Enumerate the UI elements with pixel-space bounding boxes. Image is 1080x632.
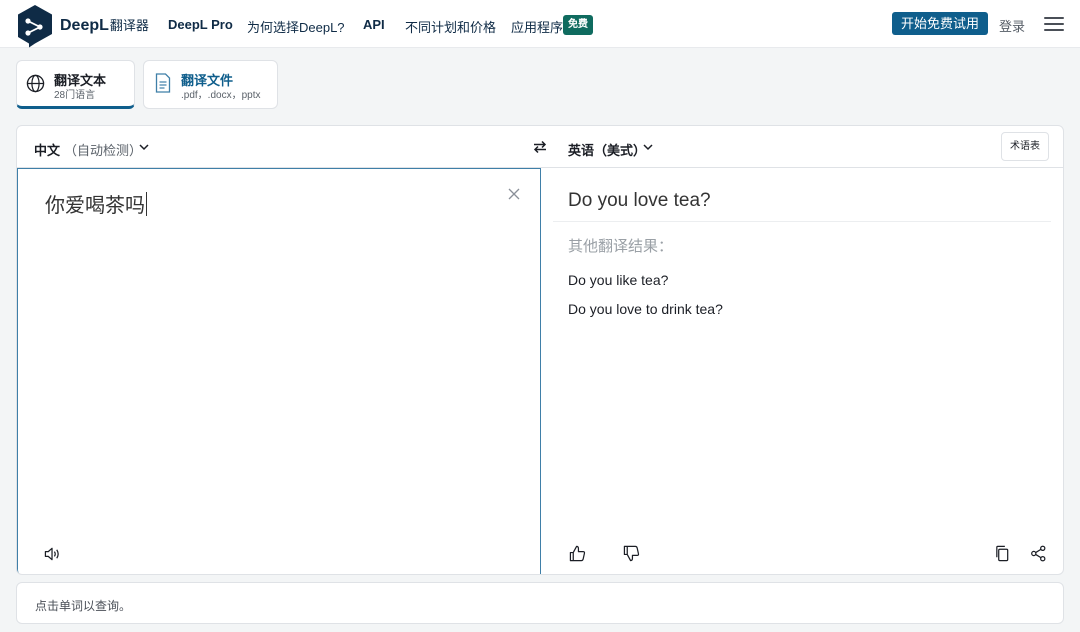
login-link[interactable]: 登录 <box>999 16 1025 35</box>
source-text-value: 你爱喝茶吗 <box>45 195 145 217</box>
translation-result[interactable]: Do you love tea? <box>568 190 711 212</box>
copy-icon[interactable] <box>994 545 1011 562</box>
nav-pricing[interactable]: 不同计划和价格 <box>405 17 496 36</box>
deepl-logo-icon[interactable] <box>16 4 54 50</box>
globe-icon <box>26 74 45 93</box>
text-caret <box>146 192 147 216</box>
chevron-down-icon[interactable] <box>643 142 653 152</box>
tab-translate-files[interactable]: 翻译文件 .pdf，.docx，pptx <box>143 60 278 109</box>
translator-panel: 中文 （自动检测） 英语（美式） 术语表 你爱喝茶吗 Do you love te… <box>16 125 1064 575</box>
thumbs-down-icon[interactable] <box>623 545 640 562</box>
document-icon <box>155 73 171 93</box>
free-badge: 免费 <box>563 15 593 35</box>
close-icon[interactable] <box>508 188 520 200</box>
top-header: DeepL翻译器 DeepL Pro 为何选择DeepL? API 不同计划和价… <box>0 0 1080 48</box>
glossary-button[interactable]: 术语表 <box>1001 132 1049 161</box>
share-icon[interactable] <box>1030 545 1047 562</box>
tab-translate-text[interactable]: 翻译文本 28门语言 <box>16 60 135 109</box>
language-bar: 中文 （自动检测） 英语（美式） 术语表 <box>17 126 1063 168</box>
nav-deepl-pro[interactable]: DeepL Pro <box>168 17 233 32</box>
tab-files-subtitle: .pdf，.docx，pptx <box>181 90 261 101</box>
chevron-down-icon[interactable] <box>139 142 149 152</box>
source-text-area[interactable]: 你爱喝茶吗 <box>17 168 541 574</box>
source-language-selector[interactable]: 中文 （自动检测） <box>34 140 142 159</box>
hamburger-menu-icon[interactable] <box>1044 17 1064 32</box>
tab-text-subtitle: 28门语言 <box>54 90 96 101</box>
dictionary-hint: 点击单词以查询。 <box>35 599 132 613</box>
thumbs-up-icon[interactable] <box>569 545 586 562</box>
speaker-icon[interactable] <box>44 546 61 562</box>
swap-languages-icon[interactable] <box>533 140 547 154</box>
alternative-translation[interactable]: Do you love to drink tea? <box>568 301 723 317</box>
source-text[interactable]: 你爱喝茶吗 <box>45 189 147 218</box>
target-language-selector[interactable]: 英语（美式） <box>568 140 646 159</box>
auto-detect-label: （自动检测） <box>64 143 143 158</box>
nav-why-deepl[interactable]: 为何选择DeepL? <box>247 17 345 36</box>
nav-api[interactable]: API <box>363 17 385 32</box>
brand-sub: 翻译器 <box>109 18 149 33</box>
target-text-area: Do you love tea? 其他翻译结果： Do you like tea… <box>541 168 1063 574</box>
brand-name[interactable]: DeepL翻译器 <box>60 15 149 35</box>
nav-apps[interactable]: 应用程序 <box>511 17 563 36</box>
start-free-trial-button[interactable]: 开始免费试用 <box>892 12 988 35</box>
divider <box>553 221 1051 222</box>
alternatives-title: 其他翻译结果： <box>568 238 674 255</box>
alternative-translation[interactable]: Do you like tea? <box>568 272 668 288</box>
brand-main: DeepL <box>60 17 109 34</box>
dictionary-hint-bar: 点击单词以查询。 <box>16 582 1064 624</box>
source-language: 中文 <box>34 143 61 158</box>
